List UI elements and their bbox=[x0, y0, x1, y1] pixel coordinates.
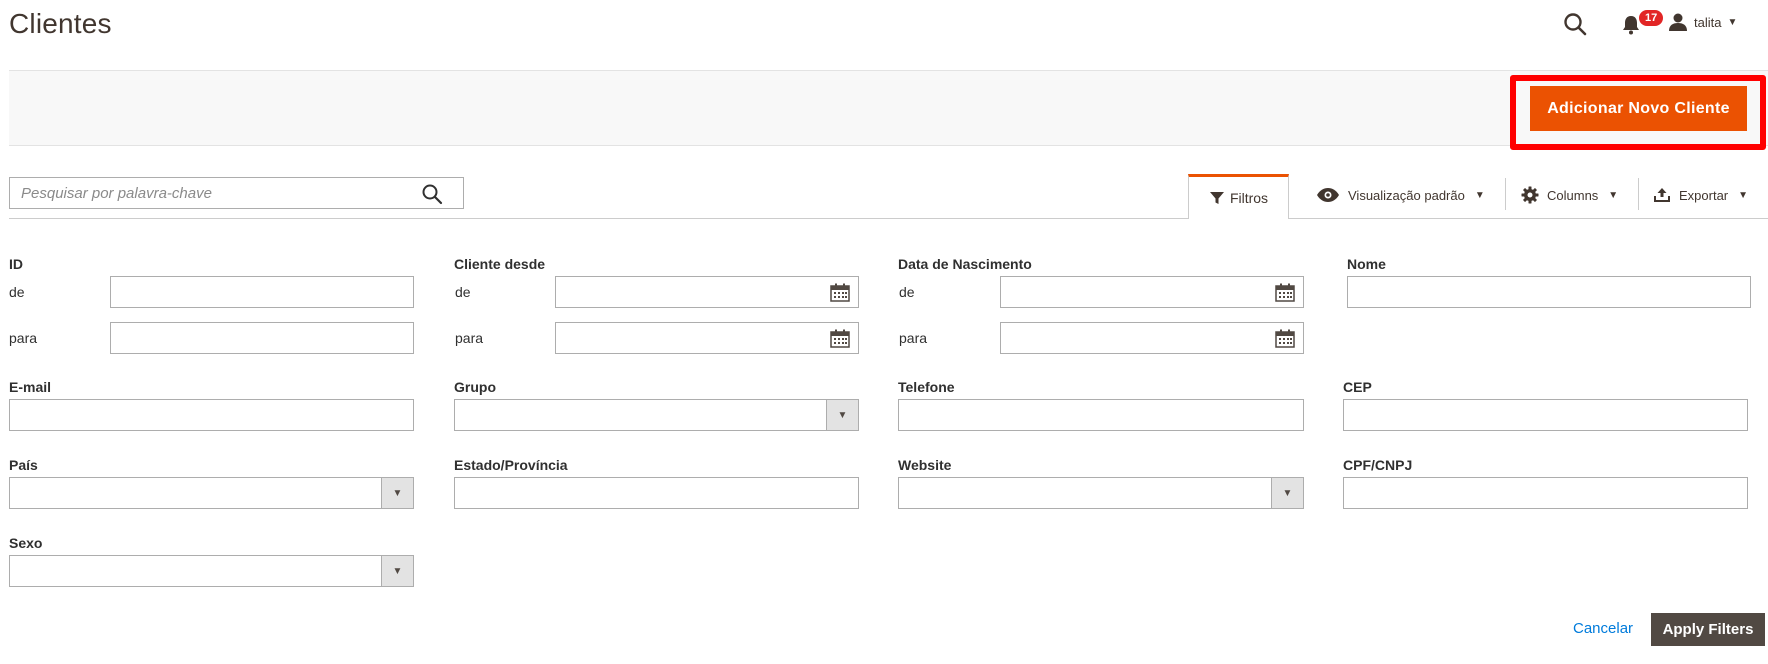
filters-tab-label: Filtros bbox=[1229, 190, 1269, 206]
keyword-search bbox=[9, 177, 464, 209]
user-name: talita bbox=[1694, 14, 1722, 30]
customer-since-to-input[interactable] bbox=[555, 322, 859, 354]
calendar-icon[interactable] bbox=[1275, 329, 1295, 348]
calendar-icon[interactable] bbox=[830, 329, 850, 348]
view-switcher[interactable]: Visualização padrão ▼ bbox=[1316, 180, 1485, 210]
export-label: Exportar bbox=[1679, 187, 1729, 203]
range-from-label: de bbox=[455, 284, 471, 300]
filter-label-email: E-mail bbox=[9, 379, 52, 395]
columns-control[interactable]: Columns ▼ bbox=[1521, 180, 1618, 210]
customer-since-from-input[interactable] bbox=[555, 276, 859, 308]
range-to-label: para bbox=[9, 330, 38, 346]
filter-label-group: Grupo bbox=[454, 379, 496, 395]
website-select[interactable]: ▼ bbox=[898, 477, 1304, 509]
filter-label-country: País bbox=[9, 457, 38, 473]
toolbar-separator bbox=[1505, 178, 1506, 210]
range-from-label: de bbox=[899, 284, 915, 300]
range-from-label: de bbox=[9, 284, 25, 300]
apply-filters-button[interactable]: Apply Filters bbox=[1651, 613, 1765, 646]
chevron-down-icon: ▼ bbox=[826, 400, 858, 430]
chevron-down-icon: ▼ bbox=[381, 556, 413, 586]
gender-select[interactable]: ▼ bbox=[9, 555, 414, 587]
birth-date-from-input[interactable] bbox=[1000, 276, 1304, 308]
chevron-down-icon: ▼ bbox=[1474, 189, 1485, 201]
export-icon bbox=[1654, 188, 1670, 202]
chevron-down-icon: ▼ bbox=[1727, 16, 1738, 28]
filters-tab[interactable]: Filtros bbox=[1188, 174, 1289, 219]
search-icon[interactable] bbox=[421, 183, 443, 205]
columns-label: Columns bbox=[1547, 187, 1599, 203]
name-input[interactable] bbox=[1347, 276, 1751, 308]
user-menu[interactable]: talita ▼ bbox=[1668, 12, 1737, 32]
add-new-customer-button[interactable]: Adicionar Novo Cliente bbox=[1530, 86, 1747, 131]
filter-label-state: Estado/Província bbox=[454, 457, 568, 473]
filter-label-birth-date: Data de Nascimento bbox=[898, 256, 1032, 272]
notifications-badge: 17 bbox=[1639, 10, 1664, 26]
admin-header-actions: 17 talita ▼ bbox=[1348, 0, 1768, 45]
filter-label-zip: CEP bbox=[1343, 379, 1372, 395]
calendar-icon[interactable] bbox=[830, 283, 850, 302]
filter-label-tax-id: CPF/CNPJ bbox=[1343, 457, 1413, 473]
chevron-down-icon: ▼ bbox=[1271, 478, 1303, 508]
range-to-label: para bbox=[455, 330, 484, 346]
filter-label-phone: Telefone bbox=[898, 379, 955, 395]
group-select[interactable]: ▼ bbox=[454, 399, 859, 431]
phone-input[interactable] bbox=[898, 399, 1304, 431]
toolbar-divider bbox=[9, 218, 1768, 219]
filter-label-id: ID bbox=[9, 256, 23, 272]
eye-icon bbox=[1317, 188, 1339, 202]
filter-label-gender: Sexo bbox=[9, 535, 43, 551]
filter-label-name: Nome bbox=[1347, 256, 1386, 272]
chevron-down-icon: ▼ bbox=[381, 478, 413, 508]
email-input[interactable] bbox=[9, 399, 414, 431]
tax-id-input[interactable] bbox=[1343, 477, 1748, 509]
gear-icon bbox=[1521, 186, 1539, 204]
keyword-search-input[interactable] bbox=[10, 178, 463, 208]
chevron-down-icon: ▼ bbox=[1738, 189, 1749, 201]
filter-label-customer-since: Cliente desde bbox=[454, 256, 546, 272]
filter-label-website: Website bbox=[898, 457, 952, 473]
toolbar-separator bbox=[1638, 178, 1639, 210]
filter-icon bbox=[1209, 192, 1224, 204]
view-switcher-label: Visualização padrão bbox=[1348, 187, 1465, 203]
chevron-down-icon: ▼ bbox=[1608, 189, 1619, 201]
birth-date-to-input[interactable] bbox=[1000, 322, 1304, 354]
calendar-icon[interactable] bbox=[1275, 283, 1295, 302]
export-control[interactable]: Exportar ▼ bbox=[1653, 180, 1748, 210]
user-icon bbox=[1669, 13, 1687, 31]
range-to-label: para bbox=[899, 330, 928, 346]
search-icon[interactable] bbox=[1562, 11, 1588, 37]
id-to-input[interactable] bbox=[110, 322, 414, 354]
zip-input[interactable] bbox=[1343, 399, 1748, 431]
page-actions-bar bbox=[9, 70, 1768, 146]
page-title: Clientes bbox=[9, 8, 112, 39]
state-input[interactable] bbox=[454, 477, 859, 509]
cancel-filters-link[interactable]: Cancelar bbox=[1573, 620, 1633, 637]
id-from-input[interactable] bbox=[110, 276, 414, 308]
country-select[interactable]: ▼ bbox=[9, 477, 414, 509]
